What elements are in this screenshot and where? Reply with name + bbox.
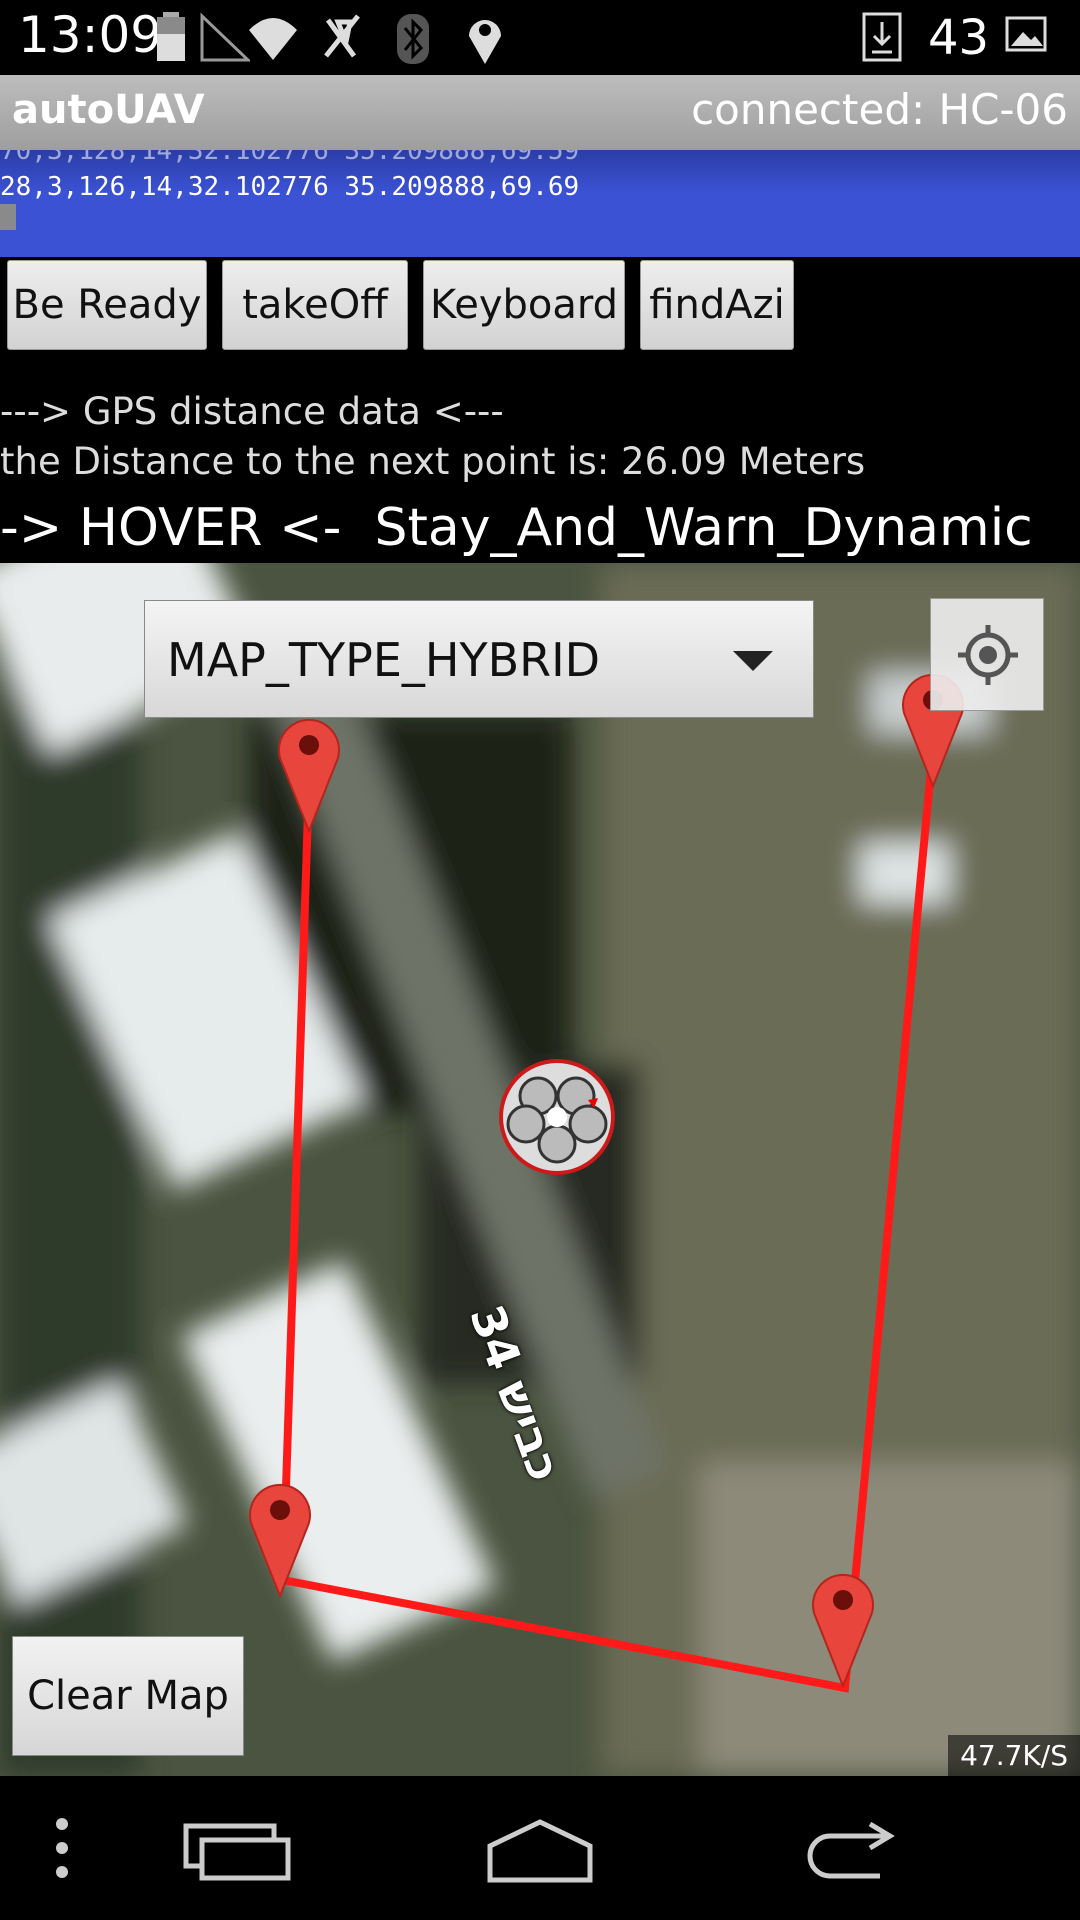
back-icon[interactable] xyxy=(790,1820,900,1886)
find-azi-button[interactable]: findAzi xyxy=(640,260,794,350)
app-title: autoUAV xyxy=(12,87,205,133)
map-type-value: MAP_TYPE_HYBRID xyxy=(167,633,601,687)
mute-icon xyxy=(324,14,360,58)
flight-mode: -> HOVER <- Stay_And_Warn_Dynamic xyxy=(0,498,1033,558)
my-location-button[interactable] xyxy=(930,598,1044,711)
gps-header: ---> GPS distance data <--- xyxy=(0,390,504,433)
battery-level: 43 xyxy=(928,10,990,66)
title-bar: autoUAV connected: HC-06 xyxy=(0,75,1080,152)
console-line: 28,3,126,14,32.102776 35.209888,69.69 xyxy=(0,172,580,202)
no-signal-icon xyxy=(200,12,250,62)
drone-icon[interactable] xyxy=(498,1058,616,1176)
home-icon[interactable] xyxy=(484,1816,596,1886)
clear-map-button[interactable]: Clear Map xyxy=(12,1636,244,1756)
keyboard-button[interactable]: Keyboard xyxy=(423,260,625,350)
console-line: 70,3,128,14,32.102776 35.209888,69.59 xyxy=(0,150,580,166)
image-icon xyxy=(1005,16,1047,52)
location-icon xyxy=(469,20,501,64)
be-ready-button[interactable]: Be Ready xyxy=(7,260,207,350)
waypoint-marker[interactable] xyxy=(808,1568,878,1688)
network-speed: 47.7K/S xyxy=(948,1735,1080,1776)
navigation-bar xyxy=(0,1776,1080,1920)
map-type-dropdown[interactable]: MAP_TYPE_HYBRID xyxy=(144,600,814,718)
waypoint-marker[interactable] xyxy=(245,1478,315,1598)
crosshair-icon xyxy=(958,625,1018,685)
download-icon xyxy=(862,12,902,62)
connection-status: connected: HC-06 xyxy=(691,85,1068,134)
telemetry-console[interactable]: 70,3,128,14,32.102776 35.209888,69.59 28… xyxy=(0,150,1080,257)
takeoff-button[interactable]: takeOff xyxy=(222,260,408,350)
console-cursor xyxy=(0,204,16,230)
chevron-down-icon xyxy=(733,651,773,671)
battery-icon xyxy=(157,12,185,61)
bluetooth-icon xyxy=(397,14,429,64)
clock: 13:09 xyxy=(18,6,163,64)
distance-text: the Distance to the next point is: 26.09… xyxy=(0,440,866,483)
recent-apps-icon[interactable] xyxy=(182,1822,292,1882)
waypoint-marker[interactable] xyxy=(274,713,344,833)
wifi-icon xyxy=(249,18,297,60)
menu-dots-icon[interactable] xyxy=(44,1808,80,1888)
status-bar: 13:09 43 xyxy=(0,0,1080,75)
map-view[interactable]: כביש 34 MAP_TYPE_HYBRID Clear Map 47.7K/… xyxy=(0,563,1080,1776)
